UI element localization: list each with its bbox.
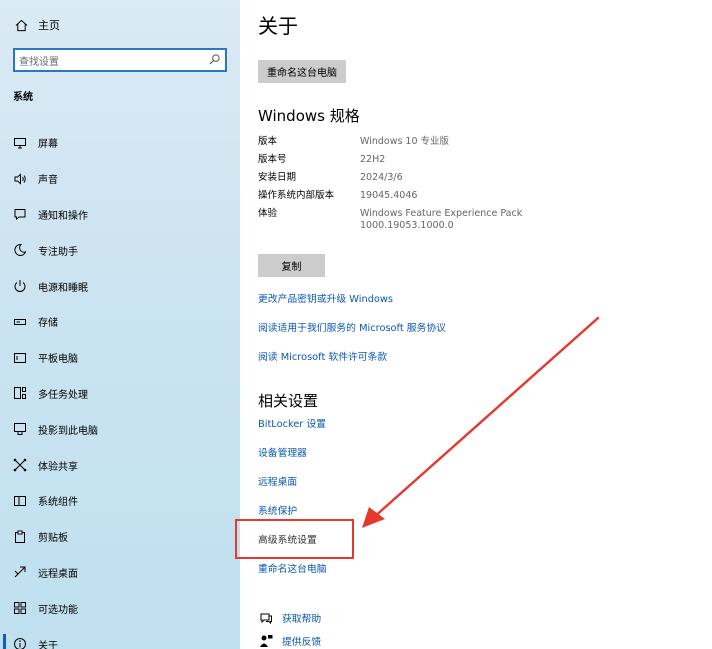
- power-icon: [12, 278, 28, 294]
- spec-value: 19045.4046: [360, 190, 418, 201]
- help-chat-icon: [258, 610, 274, 626]
- sidebar-item-sound[interactable]: 声音: [0, 161, 240, 197]
- spec-row: 体验 Windows Feature Experience Pack 1000.…: [258, 208, 522, 232]
- sidebar-item-notifications[interactable]: 通知和操作: [0, 197, 240, 233]
- sidebar-item-label: 体验共享: [38, 461, 78, 473]
- sidebar-item-label: 存储: [38, 318, 58, 330]
- sidebar-item-tablet[interactable]: 平板电脑: [0, 340, 240, 376]
- sidebar-item-label: 专注助手: [38, 246, 78, 258]
- sidebar-item-label: 声音: [38, 175, 58, 187]
- device-manager-link[interactable]: 设备管理器: [258, 445, 307, 459]
- get-help-link[interactable]: 获取帮助: [258, 610, 321, 626]
- give-feedback-label: 提供反馈: [282, 637, 322, 648]
- service-agreement-link[interactable]: 阅读适用于我们服务的 Microsoft 服务协议: [258, 320, 446, 334]
- windows-specs-heading: Windows 规格: [258, 107, 360, 125]
- page-title: 关于: [258, 14, 298, 38]
- sidebar-item-label: 关于: [38, 640, 58, 649]
- spec-key: 版本号: [258, 154, 287, 165]
- settings-sidebar: 主页 系统 屏幕 声音 通知和操作 专注助手 电源和睡眠: [0, 0, 240, 649]
- home-nav-item[interactable]: 主页: [13, 14, 60, 36]
- sidebar-item-display[interactable]: 屏幕: [0, 125, 240, 161]
- clipboard-icon: [12, 529, 28, 545]
- sidebar-item-label: 多任务处理: [38, 389, 88, 401]
- spec-value: Windows Feature Experience Pack 1000.190…: [360, 208, 523, 231]
- speaker-icon: [12, 171, 28, 187]
- sidebar-item-remote-desktop[interactable]: 远程桌面: [0, 555, 240, 591]
- spec-value: 2024/3/6: [360, 172, 403, 183]
- sidebar-item-label: 通知和操作: [38, 210, 88, 222]
- sidebar-item-label: 电源和睡眠: [38, 282, 88, 294]
- monitor-icon: [12, 135, 28, 151]
- moon-icon: [12, 242, 28, 258]
- get-help-label: 获取帮助: [282, 614, 322, 625]
- spec-row: 安装日期 2024/3/6: [258, 172, 522, 184]
- related-settings-heading: 相关设置: [258, 392, 319, 410]
- info-icon: [12, 636, 28, 649]
- spec-key: 安装日期: [258, 172, 297, 183]
- search-input[interactable]: [15, 52, 199, 73]
- feedback-icon: [258, 633, 274, 649]
- home-icon: [13, 17, 29, 33]
- sidebar-item-focus-assist[interactable]: 专注助手: [0, 232, 240, 268]
- share-icon: [12, 457, 28, 473]
- sidebar-item-optional-features[interactable]: 可选功能: [0, 590, 240, 626]
- rename-pc-button[interactable]: 重命名这台电脑: [258, 60, 346, 83]
- sidebar-item-project[interactable]: 投影到此电脑: [0, 411, 240, 447]
- sidebar-item-multitasking[interactable]: 多任务处理: [0, 376, 240, 412]
- sidebar-item-label: 远程桌面: [38, 568, 78, 580]
- spec-row: 版本 Windows 10 专业版: [258, 136, 522, 148]
- change-product-key-link[interactable]: 更改产品密钥或升级 Windows: [258, 291, 393, 305]
- rename-pc-link[interactable]: 重命名这台电脑: [258, 561, 327, 575]
- spec-value: 22H2: [360, 154, 386, 165]
- system-protection-link[interactable]: 系统保护: [258, 503, 297, 517]
- sidebar-item-label: 可选功能: [38, 604, 78, 616]
- license-terms-link[interactable]: 阅读 Microsoft 软件许可条款: [258, 349, 387, 363]
- sidebar-item-label: 系统组件: [38, 497, 78, 509]
- components-icon: [12, 493, 28, 509]
- sidebar-item-storage[interactable]: 存储: [0, 304, 240, 340]
- features-icon: [12, 600, 28, 616]
- home-label: 主页: [38, 19, 60, 32]
- spec-key: 体验: [258, 208, 278, 219]
- sidebar-item-power[interactable]: 电源和睡眠: [0, 268, 240, 304]
- sidebar-item-clipboard[interactable]: 剪贴板: [0, 519, 240, 555]
- multitask-icon: [12, 385, 28, 401]
- spec-value: Windows 10 专业版: [360, 136, 450, 147]
- sidebar-item-label: 平板电脑: [38, 354, 78, 366]
- storage-icon: [12, 314, 28, 330]
- specs-list: 版本 Windows 10 专业版 版本号 22H2 安装日期 2024/3/6…: [258, 136, 522, 238]
- sidebar-item-label: 投影到此电脑: [38, 425, 98, 437]
- sidebar-item-system-components[interactable]: 系统组件: [0, 483, 240, 519]
- project-icon: [12, 421, 28, 437]
- search-box[interactable]: [13, 48, 227, 73]
- sidebar-item-label: 屏幕: [38, 139, 58, 151]
- remote-icon: [12, 564, 28, 580]
- tablet-icon: [12, 350, 28, 366]
- highlight-box: [235, 519, 354, 559]
- spec-row: 操作系统内部版本 19045.4046: [258, 190, 522, 202]
- copy-button[interactable]: 复制: [258, 254, 325, 277]
- remote-desktop-link[interactable]: 远程桌面: [258, 474, 297, 488]
- sidebar-item-about[interactable]: 关于: [0, 626, 240, 649]
- spec-key: 操作系统内部版本: [258, 190, 335, 201]
- section-title: 系统: [13, 92, 33, 103]
- notification-icon: [12, 206, 28, 222]
- sidebar-item-shared-experiences[interactable]: 体验共享: [0, 447, 240, 483]
- bitlocker-settings-link[interactable]: BitLocker 设置: [258, 416, 326, 430]
- spec-key: 版本: [258, 136, 278, 147]
- sidebar-nav: 屏幕 声音 通知和操作 专注助手 电源和睡眠 存储 平板电脑 多任务处理 投影到…: [0, 125, 240, 649]
- search-icon[interactable]: [208, 53, 221, 66]
- sidebar-item-label: 剪贴板: [38, 533, 68, 545]
- spec-row: 版本号 22H2: [258, 154, 522, 166]
- give-feedback-link[interactable]: 提供反馈: [258, 633, 321, 649]
